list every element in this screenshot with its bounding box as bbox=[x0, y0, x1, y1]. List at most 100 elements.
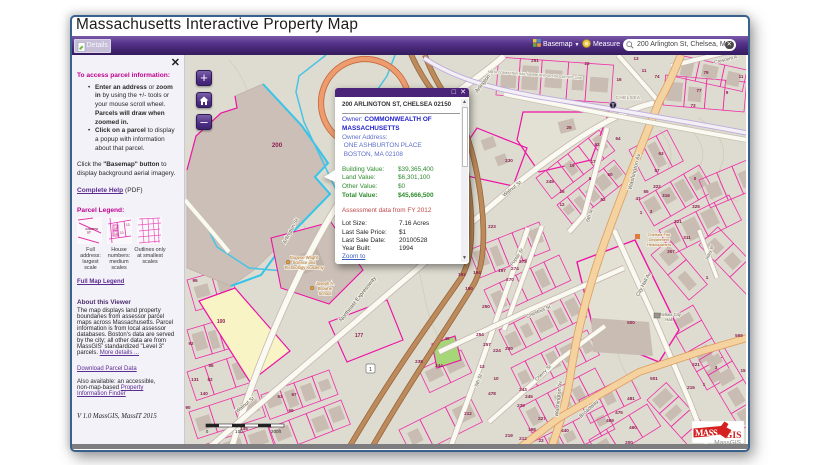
svg-text:19: 19 bbox=[569, 163, 575, 168]
svg-text:190: 190 bbox=[465, 286, 473, 291]
svg-text:245: 245 bbox=[546, 179, 554, 184]
svg-text:12: 12 bbox=[559, 202, 565, 207]
svg-text:198: 198 bbox=[528, 427, 536, 432]
svg-text:15: 15 bbox=[740, 368, 746, 373]
svg-text:22: 22 bbox=[584, 61, 590, 66]
svg-text:16: 16 bbox=[616, 77, 622, 82]
svg-text:16: 16 bbox=[559, 189, 565, 194]
svg-text:227: 227 bbox=[538, 416, 546, 421]
svg-text:CHELSEA: CHELSEA bbox=[616, 95, 641, 100]
svg-text:200: 200 bbox=[272, 142, 283, 149]
svg-text:10: 10 bbox=[493, 376, 499, 381]
svg-text:243: 243 bbox=[519, 387, 527, 392]
svg-text:90: 90 bbox=[185, 405, 191, 410]
svg-text:62: 62 bbox=[594, 142, 600, 147]
svg-text:86: 86 bbox=[208, 363, 214, 368]
svg-text:69: 69 bbox=[288, 408, 294, 413]
svg-text:77: 77 bbox=[696, 88, 702, 93]
svg-text:11: 11 bbox=[642, 68, 647, 73]
svg-text:23: 23 bbox=[538, 438, 544, 443]
svg-text:322: 322 bbox=[653, 184, 661, 189]
svg-text:230: 230 bbox=[505, 158, 513, 163]
svg-text:0: 0 bbox=[206, 429, 209, 434]
svg-text:230: 230 bbox=[505, 346, 513, 351]
svg-text:100: 100 bbox=[217, 319, 226, 325]
svg-text:238: 238 bbox=[415, 359, 423, 364]
svg-text:140: 140 bbox=[200, 391, 208, 396]
svg-text:13: 13 bbox=[479, 364, 485, 369]
svg-text:57: 57 bbox=[654, 168, 660, 173]
svg-text:250: 250 bbox=[482, 304, 490, 309]
svg-text:224: 224 bbox=[493, 348, 501, 353]
svg-text:254: 254 bbox=[476, 332, 484, 337]
svg-text:307: 307 bbox=[667, 249, 675, 254]
svg-text:40: 40 bbox=[444, 336, 450, 341]
svg-text:321: 321 bbox=[674, 219, 682, 224]
svg-text:63: 63 bbox=[658, 151, 664, 156]
svg-text:55: 55 bbox=[643, 189, 649, 194]
svg-text:Technology Academy: Technology Academy bbox=[284, 265, 324, 270]
svg-text:67: 67 bbox=[291, 392, 297, 397]
svg-text:440: 440 bbox=[561, 428, 569, 433]
svg-text:200: 200 bbox=[625, 440, 633, 444]
svg-text:311: 311 bbox=[683, 235, 691, 240]
svg-text:274: 274 bbox=[511, 266, 519, 271]
svg-text:95: 95 bbox=[192, 278, 198, 283]
svg-text:251: 251 bbox=[531, 58, 539, 63]
svg-text:11: 11 bbox=[739, 74, 744, 79]
svg-text:73: 73 bbox=[690, 103, 696, 108]
svg-text:194: 194 bbox=[473, 270, 481, 275]
svg-text:200ft: 200ft bbox=[271, 429, 282, 434]
svg-text:1: 1 bbox=[640, 210, 643, 215]
svg-text:325: 325 bbox=[692, 204, 700, 209]
svg-text:278: 278 bbox=[519, 259, 527, 264]
svg-text:501: 501 bbox=[650, 376, 658, 381]
svg-text:3: 3 bbox=[650, 209, 653, 214]
svg-text:64: 64 bbox=[615, 136, 621, 141]
svg-text:14: 14 bbox=[114, 232, 118, 236]
svg-text:239: 239 bbox=[517, 403, 525, 408]
svg-text:244: 244 bbox=[435, 363, 443, 368]
svg-text:10: 10 bbox=[120, 231, 124, 235]
svg-text:13: 13 bbox=[633, 56, 639, 61]
svg-text:MASS: MASS bbox=[695, 428, 718, 438]
svg-text:74: 74 bbox=[654, 74, 660, 79]
svg-text:569: 569 bbox=[735, 333, 743, 338]
svg-text:16: 16 bbox=[114, 226, 118, 230]
svg-text:9: 9 bbox=[726, 90, 729, 95]
svg-text:82: 82 bbox=[207, 377, 213, 382]
svg-text:9: 9 bbox=[589, 176, 592, 181]
svg-text:460: 460 bbox=[629, 425, 637, 430]
svg-text:13: 13 bbox=[126, 223, 130, 227]
svg-text:177: 177 bbox=[355, 333, 364, 339]
svg-text:3: 3 bbox=[715, 365, 718, 370]
svg-text:131: 131 bbox=[191, 377, 199, 382]
svg-text:100: 100 bbox=[235, 429, 243, 434]
svg-text:47: 47 bbox=[635, 196, 641, 201]
svg-text:MassGIS: MassGIS bbox=[714, 439, 741, 444]
svg-text:60: 60 bbox=[607, 172, 613, 177]
svg-text:25: 25 bbox=[566, 125, 572, 130]
svg-text:481: 481 bbox=[627, 396, 635, 401]
svg-text:478: 478 bbox=[488, 391, 496, 396]
svg-text:192: 192 bbox=[458, 272, 466, 277]
svg-text:Headquarters: Headquarters bbox=[647, 242, 671, 247]
svg-text:221: 221 bbox=[692, 362, 700, 367]
svg-text:1: 1 bbox=[703, 382, 706, 387]
svg-text:School: School bbox=[319, 291, 332, 296]
svg-text:212: 212 bbox=[519, 436, 527, 441]
svg-text:215: 215 bbox=[687, 385, 695, 390]
svg-text:52: 52 bbox=[600, 197, 606, 202]
svg-text:63: 63 bbox=[277, 394, 283, 399]
svg-text:245: 245 bbox=[525, 394, 533, 399]
svg-text:1: 1 bbox=[369, 367, 372, 373]
svg-text:79: 79 bbox=[703, 70, 709, 75]
svg-text:ST: ST bbox=[87, 231, 91, 235]
svg-text:197: 197 bbox=[498, 268, 506, 273]
svg-text:T: T bbox=[611, 103, 614, 109]
svg-text:270: 270 bbox=[506, 277, 514, 282]
svg-text:1: 1 bbox=[706, 275, 709, 280]
svg-text:469: 469 bbox=[606, 418, 614, 423]
svg-text:500: 500 bbox=[627, 320, 635, 325]
svg-text:475: 475 bbox=[615, 410, 623, 415]
